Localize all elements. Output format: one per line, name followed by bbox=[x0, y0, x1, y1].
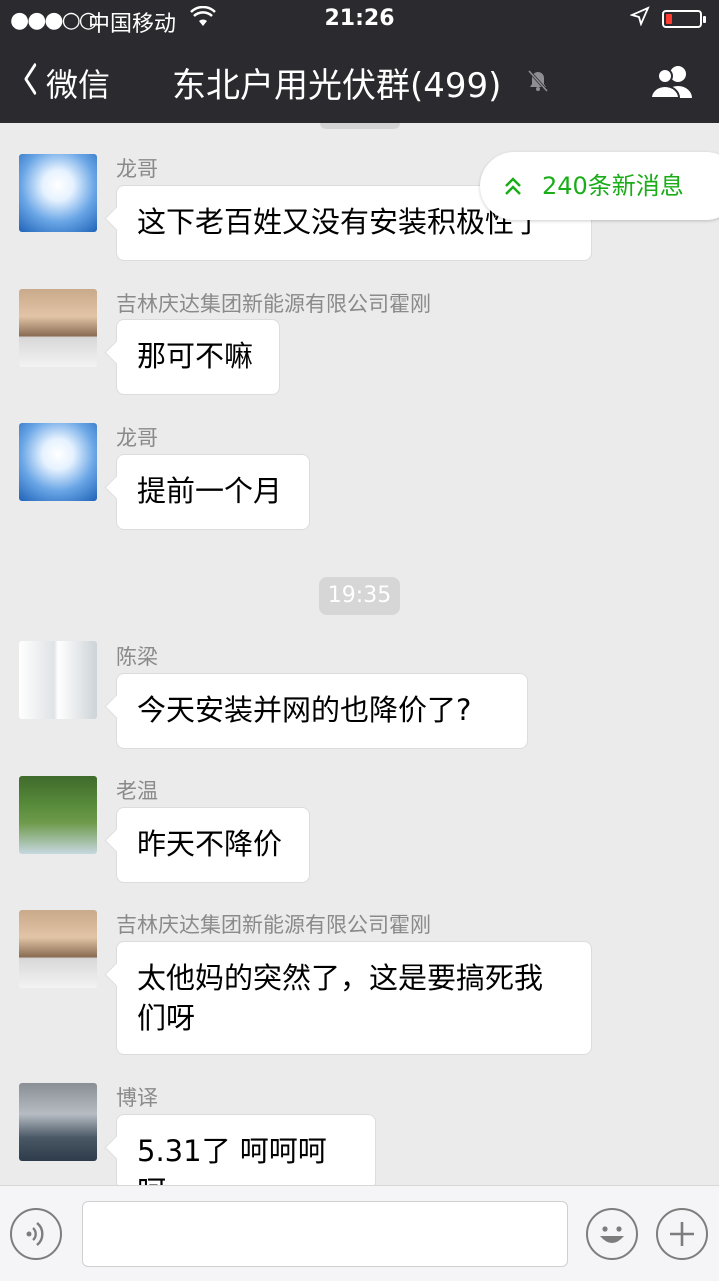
sender-name: 吉林庆达集团新能源有限公司霍刚 bbox=[116, 292, 431, 316]
more-options-button[interactable] bbox=[656, 1208, 708, 1260]
sender-name: 吉林庆达集团新能源有限公司霍刚 bbox=[116, 913, 431, 937]
location-icon bbox=[629, 6, 650, 31]
timestamp-pill-partial bbox=[320, 123, 400, 129]
group-members-button[interactable] bbox=[648, 62, 696, 102]
sender-name: 龙哥 bbox=[116, 157, 158, 181]
voice-icon bbox=[26, 1222, 44, 1246]
page-title: 东北户用光伏群(499) bbox=[172, 66, 502, 106]
avatar[interactable] bbox=[19, 423, 97, 501]
chat-area[interactable]: 龙哥 这下老百姓又没有安装积极性了 吉林庆达集团新能源有限公司霍刚 那可不嘛 龙… bbox=[0, 123, 719, 1185]
new-messages-button[interactable]: 240条新消息 bbox=[480, 152, 719, 220]
avatar[interactable] bbox=[19, 641, 97, 719]
message-bubble[interactable]: 太他妈的突然了，这是要搞死我们呀 bbox=[116, 941, 592, 1055]
status-bar: ●●●○○ 中国移动 21:26 bbox=[0, 0, 719, 40]
voice-input-button[interactable] bbox=[10, 1208, 62, 1260]
clock: 21:26 bbox=[324, 6, 395, 31]
avatar[interactable] bbox=[19, 289, 97, 367]
plus-icon bbox=[670, 1222, 694, 1246]
battery-icon bbox=[662, 10, 706, 28]
new-messages-label: 240条新消息 bbox=[542, 172, 684, 200]
message-input[interactable] bbox=[82, 1201, 568, 1267]
message-bubble[interactable]: 提前一个月 bbox=[116, 454, 310, 530]
sender-name: 陈梁 bbox=[116, 645, 158, 669]
sender-name: 龙哥 bbox=[116, 426, 158, 450]
message-bubble[interactable]: 5.31了 呵呵呵呵 bbox=[116, 1114, 376, 1185]
chevron-left-icon bbox=[23, 61, 37, 105]
sender-name: 博译 bbox=[116, 1086, 158, 1110]
nav-bar: 微信 东北户用光伏群(499) bbox=[0, 40, 719, 123]
back-button[interactable]: 微信 bbox=[20, 60, 110, 106]
avatar[interactable] bbox=[19, 1083, 97, 1161]
input-bar bbox=[0, 1185, 719, 1281]
avatar[interactable] bbox=[19, 776, 97, 854]
avatar[interactable] bbox=[19, 910, 97, 988]
timestamp-pill: 19:35 bbox=[319, 577, 400, 615]
back-label: 微信 bbox=[46, 66, 111, 104]
message-bubble[interactable]: 昨天不降价 bbox=[116, 807, 310, 883]
mute-icon bbox=[524, 66, 552, 94]
avatar[interactable] bbox=[19, 154, 97, 232]
message-bubble[interactable]: 那可不嘛 bbox=[116, 319, 280, 395]
message-bubble[interactable]: 今天安装并网的也降价了? bbox=[116, 673, 528, 749]
double-chevron-up-icon bbox=[502, 152, 524, 248]
sender-name: 老温 bbox=[116, 779, 158, 803]
emoji-button[interactable] bbox=[586, 1208, 638, 1260]
smiley-icon bbox=[600, 1226, 624, 1243]
